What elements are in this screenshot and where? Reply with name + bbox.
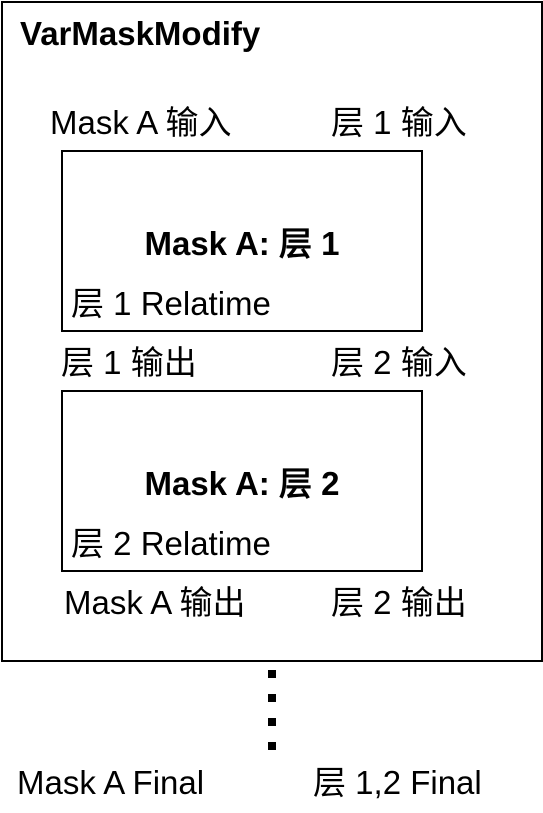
layer1-relatime: 层 1 Relatime [71, 285, 271, 322]
mask-a-input-label: Mask A 输入 [50, 104, 232, 141]
layer12-final-label: 层 1,2 Final [313, 764, 482, 801]
layer2-title: Mask A: 层 2 [144, 465, 340, 502]
ellipsis-dot [268, 670, 276, 678]
layer2-output-label: 层 2 输出 [331, 584, 467, 621]
ellipsis-dot [268, 742, 276, 750]
mask-a-final-label: Mask A Final [17, 764, 205, 801]
layer1-input-label: 层 1 输入 [331, 104, 467, 141]
ellipsis-dot [268, 694, 276, 702]
layer1-box: Mask A: 层 1 层 1 Relatime [61, 150, 423, 332]
layer2-input-label: 层 2 输入 [331, 344, 467, 381]
layer2-relatime: 层 2 Relatime [71, 525, 271, 562]
mask-a-output-label: Mask A 输出 [64, 584, 246, 621]
ellipsis-dot [268, 718, 276, 726]
layer2-box: Mask A: 层 2 层 2 Relatime [61, 390, 423, 572]
layer1-output-label: 层 1 输出 [61, 344, 197, 381]
diagram-title: VarMaskModify [20, 15, 261, 52]
layer1-title: Mask A: 层 1 [144, 225, 340, 262]
vertical-ellipsis-icon [262, 662, 282, 754]
